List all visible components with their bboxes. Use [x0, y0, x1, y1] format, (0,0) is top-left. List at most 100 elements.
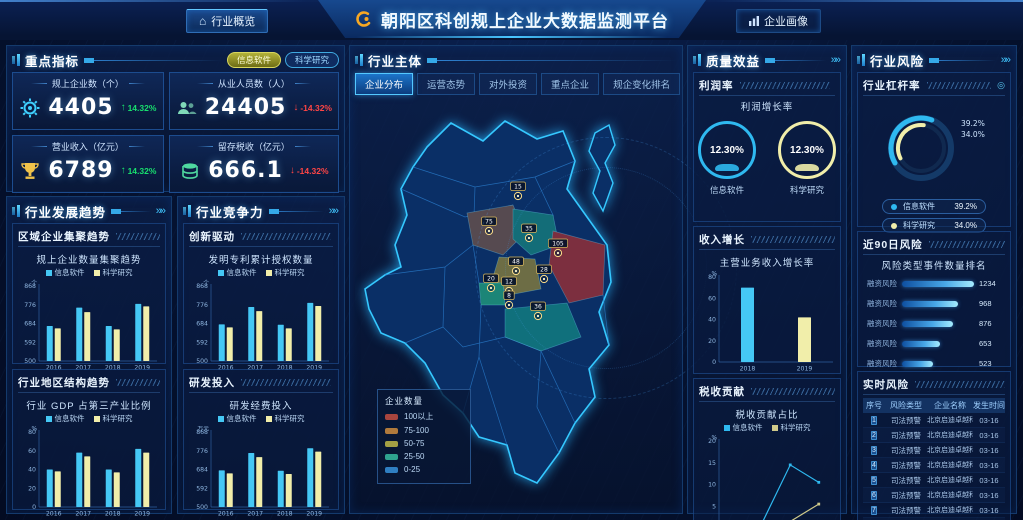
tab-重点企业[interactable]: 重点企业: [541, 73, 599, 95]
svg-text:0: 0: [32, 504, 36, 511]
bar-chart-canvas: 500592684776868个2016201720182019: [15, 279, 163, 373]
risk-type-cell: 司法预警: [885, 490, 927, 501]
svg-text:684: 684: [24, 321, 36, 328]
kpi-stat-card[interactable]: 留存税收（亿元）666.1↓-14.32%: [169, 135, 339, 193]
arrow-up-icon: ↑: [121, 165, 126, 176]
subcard-realtime-risk: 实时风险 序号风险类型企业名称发生时间1司法预警北京启迪卓越科技有限公司03-1…: [857, 371, 1011, 520]
legend-label: 科学研究: [781, 422, 811, 433]
risk-bar-value: 876: [979, 319, 1005, 328]
svg-text:500: 500: [196, 358, 208, 365]
panel-accent-bars: [183, 205, 191, 217]
chart-income-growth: 主营业务收入增长率020406080%20182019: [699, 252, 835, 374]
row-index-badge: 5: [871, 476, 877, 485]
risk-bar-track: [902, 321, 974, 327]
risk-type-cell: 司法预警: [885, 415, 927, 426]
svg-text:万元: 万元: [197, 426, 209, 433]
risk-bar-row: 融资风险 523: [863, 358, 1005, 369]
risk-bar-value: 523: [979, 359, 1005, 368]
chart-title-risk-ranking: 风险类型事件数量排名: [863, 258, 1005, 272]
table-row[interactable]: 2司法预警北京启迪卓越科技有限公司03-16: [863, 428, 1005, 443]
table-row[interactable]: 6司法预警北京启迪卓越科技有限公司03-16: [863, 488, 1005, 503]
risk-bar-label: 融资风险: [863, 298, 897, 309]
risk-bar-row: 融资风险876: [863, 318, 1005, 329]
panel-title-competitiveness: 行业竞争力: [196, 202, 264, 221]
subcard-region-structure: 行业地区结构趋势 行业 GDP 占第三产业比例信息软件科学研究020406080…: [12, 369, 166, 510]
main-tab-bar: 企业分布运营态势对外投资重点企业规企变化排名: [355, 73, 677, 95]
nav-enterprise-portrait-label: 企业画像: [764, 13, 808, 29]
kpi-stat-card[interactable]: 规上企业数（个）4405↑14.32%: [12, 72, 164, 130]
table-row[interactable]: 4司法预警北京启迪卓越科技有限公司03-16: [863, 458, 1005, 473]
risk-bar-label: 融资风险: [863, 358, 897, 369]
series-name: 科学研究: [903, 220, 948, 231]
expand-icon[interactable]: »»: [1001, 55, 1011, 66]
home-icon: ⌂: [199, 15, 206, 27]
occur-time-cell: 03-16: [973, 506, 1005, 515]
legend-label: 信息软件: [55, 267, 85, 278]
risk-bar: [902, 361, 933, 367]
svg-text:2016: 2016: [218, 511, 234, 518]
legend-swatch: [266, 416, 272, 422]
tab-对外投资[interactable]: 对外投资: [479, 73, 537, 95]
kpi-stat-card[interactable]: 营业收入（亿元）6789↑14.32%: [12, 135, 164, 193]
risk-type-bar-list: 融资风险1234融资风险968融资风险876融资风险653融资风险523: [863, 278, 1005, 369]
expand-icon[interactable]: »»: [156, 206, 166, 217]
map-legend-row: 50-75: [385, 439, 463, 448]
expand-icon[interactable]: »»: [329, 206, 339, 217]
legend-label: 75-100: [404, 426, 429, 435]
map-marker[interactable]: 8: [504, 291, 514, 309]
svg-text:28: 28: [540, 267, 548, 274]
filter-tag[interactable]: 科学研究: [285, 52, 339, 68]
svg-text:个: 个: [31, 280, 37, 287]
chart-legend-item: 信息软件: [46, 267, 85, 278]
svg-text:48: 48: [512, 259, 520, 266]
tab-运营态势[interactable]: 运营态势: [417, 73, 475, 95]
gauge-label: 信息软件: [710, 184, 744, 196]
svg-text:个: 个: [203, 280, 209, 287]
filter-tag[interactable]: 信息软件: [227, 52, 281, 68]
kpi-filter-tags: 信息软件科学研究: [227, 52, 339, 68]
row-index-cell: 1: [863, 415, 885, 426]
table-row[interactable]: 7司法预警北京启迪卓越科技有限公司03-16: [863, 503, 1005, 518]
kpi-stat-card[interactable]: 从业人员数（人）24405↓-14.32%: [169, 72, 339, 130]
hatch-decoration: [927, 82, 992, 89]
expand-icon[interactable]: »»: [831, 55, 841, 66]
table-row[interactable]: 5司法预警北京启迪卓越科技有限公司03-16: [863, 473, 1005, 488]
chart-legend-item: 科学研究: [94, 267, 133, 278]
panel-title-risk: 行业风险: [870, 51, 924, 70]
tab-企业分布[interactable]: 企业分布: [355, 73, 413, 95]
legend-label: 科学研究: [103, 267, 133, 278]
table-row[interactable]: 3司法预警北京启迪卓越科技有限公司03-16: [863, 443, 1005, 458]
table-row[interactable]: 1司法预警北京启迪卓越科技有限公司03-16: [863, 413, 1005, 428]
nav-industry-overview[interactable]: ⌂ 行业概览: [186, 9, 268, 33]
hatch-decoration: [929, 241, 1005, 248]
tab-规企变化排名[interactable]: 规企变化排名: [603, 73, 680, 95]
panel-accent-bars: [857, 54, 865, 66]
panel-accent-bars: [12, 205, 20, 217]
series-value: 39.2%: [954, 202, 977, 211]
legend-label: 100以上: [404, 411, 433, 422]
stat-value: 6789: [48, 158, 113, 183]
row-index-badge: 1: [871, 416, 877, 425]
chart-legend-item: 科学研究: [772, 422, 811, 433]
profit-gauges: 12.30%信息软件12.30%科学研究: [699, 121, 835, 196]
chart-legend-item: 科学研究: [94, 413, 133, 424]
subcard-title: 收入增长: [699, 232, 745, 247]
map-legend-row: 100以上: [385, 411, 463, 422]
map-legend-row: 25-50: [385, 452, 463, 461]
svg-text:40: 40: [28, 467, 36, 474]
subcard-title: 利润率: [699, 78, 734, 93]
chart-legend-item: 科学研究: [266, 267, 305, 278]
nav-enterprise-portrait[interactable]: 企业画像: [736, 9, 821, 33]
risk-bar-track: [902, 281, 974, 287]
stat-delta-value: -14.32%: [297, 166, 329, 176]
svg-text:2019: 2019: [134, 511, 150, 518]
subcard-innovation: 创新驱动 发明专利累计授权数量信息软件科学研究500592684776868个2…: [183, 223, 339, 364]
svg-text:40: 40: [708, 317, 716, 324]
chart-title: 行业 GDP 占第三产业比例: [26, 398, 151, 412]
settings-icon[interactable]: ◎: [997, 80, 1005, 91]
occur-time-cell: 03-16: [973, 416, 1005, 425]
row-index-cell: 3: [863, 445, 885, 456]
legend-label: 50-75: [404, 439, 424, 448]
chart-legend-item: 科学研究: [266, 413, 305, 424]
enterprise-name-cell: 北京启迪卓越科技有限公司: [927, 490, 973, 500]
